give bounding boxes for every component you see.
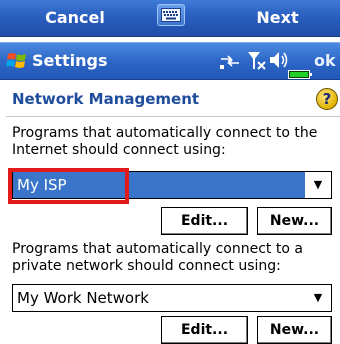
cancel-softkey[interactable]: Cancel bbox=[0, 0, 150, 36]
connectivity-icon[interactable] bbox=[218, 49, 242, 75]
keyboard-icon[interactable] bbox=[157, 4, 185, 26]
battery-icon[interactable] bbox=[288, 65, 312, 84]
private-description: Programs that automatically connect to a… bbox=[12, 241, 303, 274]
private-connection-select[interactable]: My Work Network ▼ bbox=[12, 284, 332, 312]
ok-button[interactable]: ok bbox=[314, 43, 336, 79]
header-divider bbox=[6, 116, 340, 117]
volume-icon[interactable] bbox=[268, 49, 290, 75]
help-icon[interactable]: ? bbox=[316, 88, 338, 110]
internet-edit-button[interactable]: Edit... bbox=[160, 206, 249, 236]
window-title: Settings bbox=[32, 51, 108, 70]
internet-description: Programs that automatically connect to t… bbox=[12, 125, 318, 158]
private-connection-value: My Work Network bbox=[17, 289, 149, 307]
highlight-annotation bbox=[8, 168, 129, 204]
windows-start-icon[interactable] bbox=[6, 51, 28, 75]
dropdown-arrow-icon[interactable]: ▼ bbox=[305, 172, 331, 198]
private-new-button[interactable]: New... bbox=[256, 315, 333, 344]
page-title: Network Management bbox=[12, 90, 200, 108]
private-edit-button[interactable]: Edit... bbox=[160, 315, 249, 344]
dropdown-arrow-icon[interactable]: ▼ bbox=[305, 285, 331, 311]
internet-new-button[interactable]: New... bbox=[256, 206, 333, 236]
signal-icon[interactable] bbox=[246, 49, 268, 75]
next-softkey[interactable]: Next bbox=[215, 0, 340, 36]
title-bar: Settings ok bbox=[0, 42, 340, 80]
softkey-bar: Cancel Next bbox=[0, 0, 340, 37]
